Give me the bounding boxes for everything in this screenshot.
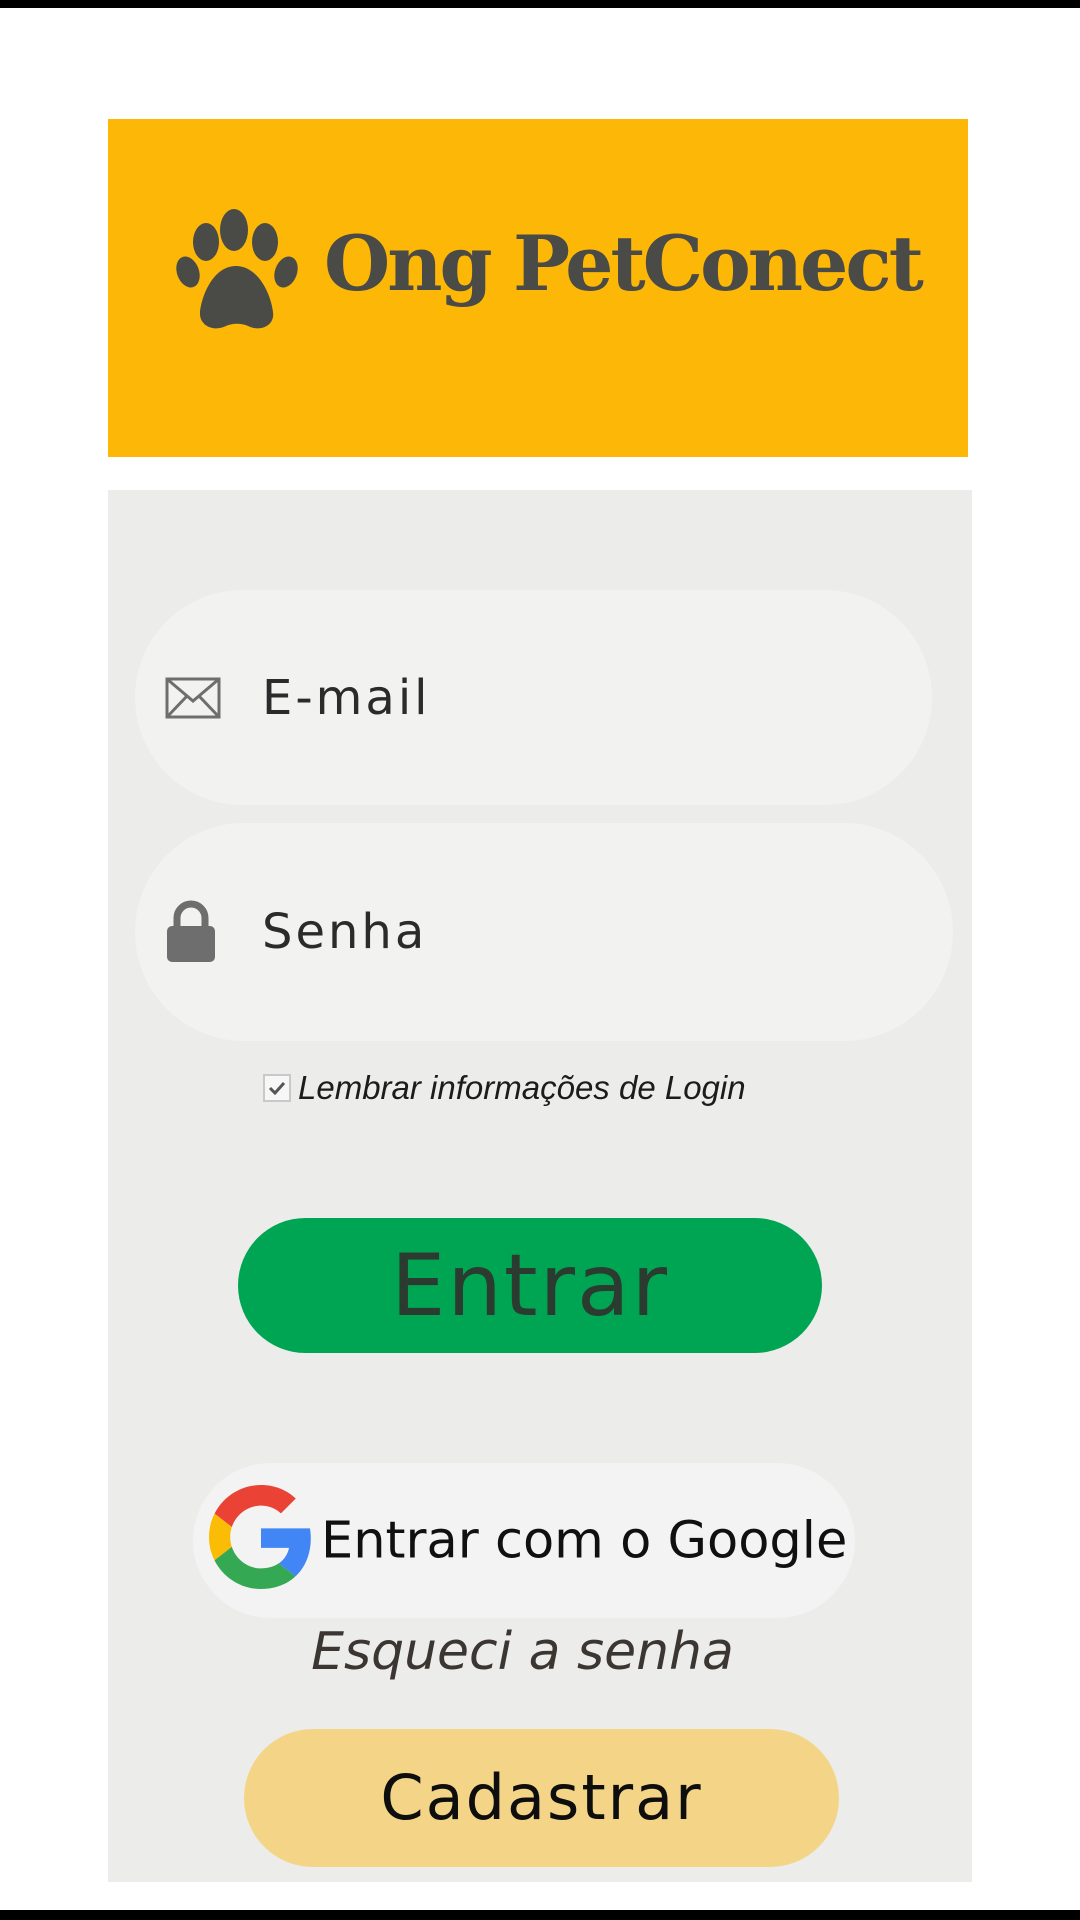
register-label: Cadastrar [380, 1761, 703, 1834]
top-border [0, 0, 1080, 8]
password-placeholder: Senha [262, 904, 428, 960]
email-field[interactable]: E-mail [135, 590, 932, 805]
register-button[interactable]: Cadastrar [244, 1729, 839, 1867]
google-signin-button[interactable]: Entrar com o Google [193, 1463, 855, 1618]
remember-checkbox[interactable] [263, 1074, 291, 1102]
lock-icon [167, 900, 215, 962]
check-icon [268, 1081, 286, 1095]
password-field[interactable]: Senha [135, 823, 953, 1041]
brand-name: Ong PetConect [324, 219, 924, 308]
bottom-border [0, 1910, 1080, 1920]
paw-icon [176, 209, 298, 329]
envelope-icon [165, 677, 221, 718]
enter-label: Entrar [391, 1235, 669, 1336]
remember-login[interactable]: Lembrar informações de Login [263, 1069, 746, 1106]
google-icon [209, 1485, 311, 1589]
forgot-password-link[interactable]: Esqueci a senha [0, 1622, 1080, 1682]
email-placeholder: E-mail [262, 669, 431, 726]
enter-button[interactable]: Entrar [238, 1218, 822, 1353]
google-label: Entrar com o Google [321, 1511, 848, 1570]
remember-label: Lembrar informações de Login [298, 1069, 746, 1106]
